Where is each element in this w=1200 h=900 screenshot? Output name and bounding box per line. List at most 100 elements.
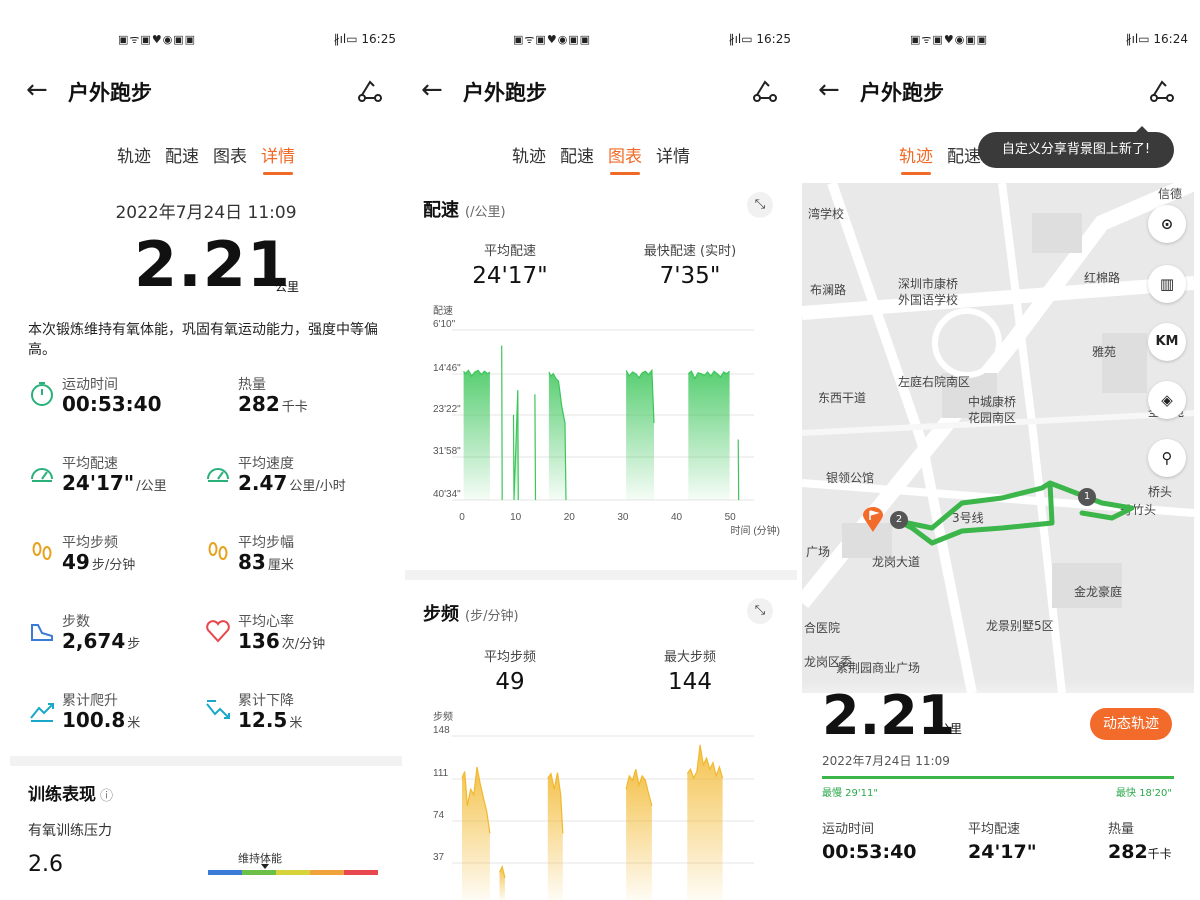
flame-icon — [204, 380, 232, 408]
stat-number: 100.8 — [62, 708, 126, 732]
pace-unit: (/公里) — [465, 205, 506, 220]
tab-pace[interactable]: 配速 — [165, 142, 199, 175]
stat-unit: 公里/小时 — [289, 479, 346, 494]
stat-number: 2,674 — [62, 629, 126, 653]
slowest-pace-label: 最慢 29'11" — [822, 788, 878, 799]
status-bar: ▣ᯤ▣♥◉▣▣ ∦ıl▭ 16:25 — [10, 30, 402, 50]
status-icons: ▣ᯤ▣♥◉▣▣ — [118, 33, 197, 46]
map-style-icon[interactable]: ▥ — [1148, 265, 1186, 303]
section-divider — [405, 570, 797, 580]
expand-pace-icon[interactable]: ⤡ — [747, 192, 773, 218]
page-title: 户外跑步 — [463, 81, 547, 105]
back-arrow-icon[interactable]: ← — [818, 74, 840, 106]
route-map[interactable]: 湾学校 信德 深圳市康桥 外国语学校 红棉路 布澜路 东西干道 左庭右院南区 中城康桥 花园南区银… — [802, 183, 1194, 693]
route-share-icon[interactable] — [1148, 76, 1176, 104]
stat-item: 累计下降 12.5 米 — [204, 690, 374, 742]
status-bar: ▣ᯤ▣♥◉▣▣ ∦ıl▭ 16:24 — [802, 30, 1194, 50]
locate-icon[interactable]: ⊙ — [1148, 205, 1186, 243]
stat-item: 运动时间 00:53:40 — [28, 374, 198, 426]
pace-chart: 6'10" 14'46" 23'22" 31'58" 40'34" 配速 0 10 20 30 40… — [433, 305, 780, 537]
y-tick-label: 14'46" — [433, 363, 461, 374]
tab-pace[interactable]: 配速 — [560, 142, 594, 175]
stat-item: 步数 2,674 步 — [28, 611, 198, 663]
stat-unit: 次/分钟 — [281, 637, 326, 652]
training-performance-label: 训练表现 — [28, 785, 96, 805]
stat-unit: 千卡 — [281, 400, 308, 415]
tab-pace[interactable]: 配速 — [947, 142, 981, 175]
stat-number: 12.5 — [238, 708, 288, 732]
x-axis-title: 时间 (分钟) — [731, 524, 780, 537]
route-pin-icon[interactable]: ⚲ — [1148, 439, 1186, 477]
tab-bar: 轨迹 配速 图表 详情 — [10, 142, 402, 176]
status-icons: ▣ᯤ▣♥◉▣▣ — [513, 33, 592, 46]
tab-details[interactable]: 详情 — [261, 142, 295, 175]
y-tick-label: 6'10" — [433, 319, 456, 330]
stat-unit: /公里 — [136, 479, 167, 494]
tab-charts[interactable]: 图表 — [608, 142, 642, 175]
dynamic-track-button[interactable]: 动态轨迹 — [1090, 708, 1172, 740]
x-tick-label: 0 — [459, 512, 465, 523]
aerobic-bar-segment — [310, 870, 344, 875]
stat-item: 热量 282 千卡 — [204, 374, 374, 426]
bottom-stat-value: 24'17" — [968, 841, 1037, 863]
tab-track[interactable]: 轨迹 — [512, 142, 546, 175]
status-bar: ▣ᯤ▣♥◉▣▣ ∦ıl▭ 16:25 — [405, 30, 797, 50]
aerobic-bar-segment — [276, 870, 310, 875]
stat-item: 平均步幅 83 厘米 — [204, 532, 374, 584]
fast-pace-value: 7'35" — [659, 263, 721, 289]
bottom-stat-unit: 千卡 — [1147, 847, 1172, 861]
avg-pace-value: 24'17" — [472, 263, 548, 289]
series-line — [501, 345, 503, 501]
title-bar: ← 户外跑步 — [10, 72, 402, 112]
stat-value: 12.5 米 — [238, 708, 302, 732]
climb-icon — [30, 703, 54, 722]
km-marker-2: 2 — [890, 511, 908, 529]
pace-gradient-bar — [822, 776, 1174, 779]
back-arrow-icon[interactable]: ← — [26, 74, 48, 106]
back-arrow-icon[interactable]: ← — [421, 74, 443, 106]
series-line — [737, 439, 740, 501]
expand-cadence-icon[interactable]: ⤡ — [747, 598, 773, 624]
page-title: 户外跑步 — [68, 81, 152, 105]
bottom-stat-value-wrap: 282千卡 — [1108, 841, 1172, 863]
stat-label: 累计爬升 — [62, 693, 118, 709]
y-tick-label: 31'58" — [433, 446, 461, 457]
stat-unit: 步/分钟 — [91, 558, 136, 573]
end-flag-icon — [863, 507, 883, 532]
cadence-unit: (步/分钟) — [465, 609, 519, 624]
aerobic-load-bar — [208, 870, 378, 875]
stat-unit: 厘米 — [267, 558, 294, 573]
y-axis-title: 步频 — [433, 710, 453, 723]
area-segment — [626, 370, 654, 500]
y-tick-label: 37 — [433, 852, 445, 863]
stat-value: 2.47 公里/小时 — [238, 471, 346, 495]
stat-label: 运动时间 — [62, 377, 118, 393]
tab-charts[interactable]: 图表 — [213, 142, 247, 175]
avg-cadence-kpi: 平均步频 49 — [435, 646, 585, 695]
stat-number: 24'17" — [62, 471, 135, 495]
bottom-stat-label: 运动时间 — [822, 822, 875, 837]
aerobic-bar-segment — [242, 870, 276, 875]
layers-icon[interactable]: ◈ — [1148, 381, 1186, 419]
share-tooltip[interactable]: 自定义分享背景图上新了! — [978, 126, 1174, 168]
distance-unit: 公里 — [275, 280, 300, 294]
stat-number: 136 — [238, 629, 280, 653]
bottom-stat-label: 热量 — [1108, 822, 1135, 837]
route-share-icon[interactable] — [751, 76, 779, 104]
tab-details[interactable]: 详情 — [656, 142, 690, 175]
tab-track[interactable]: 轨迹 — [117, 142, 151, 175]
route-share-icon[interactable] — [356, 76, 384, 104]
tab-track[interactable]: 轨迹 — [899, 142, 933, 175]
info-icon[interactable]: ⓘ — [100, 789, 113, 804]
aerobic-bar-label: 维持体能 — [238, 852, 282, 865]
stat-number: 49 — [62, 550, 90, 574]
stat-label: 平均步幅 — [238, 535, 294, 551]
stat-label: 热量 — [238, 377, 266, 393]
x-tick-label: 10 — [510, 512, 522, 523]
km-toggle-button[interactable]: KM — [1148, 323, 1186, 361]
bottom-stat-calories: 热量 282千卡 — [1108, 818, 1172, 863]
area-segment — [463, 370, 490, 500]
stat-item: 累计爬升 100.8 米 — [28, 690, 198, 742]
route-overlay — [895, 480, 1135, 546]
y-tick-label: 111 — [433, 768, 449, 779]
